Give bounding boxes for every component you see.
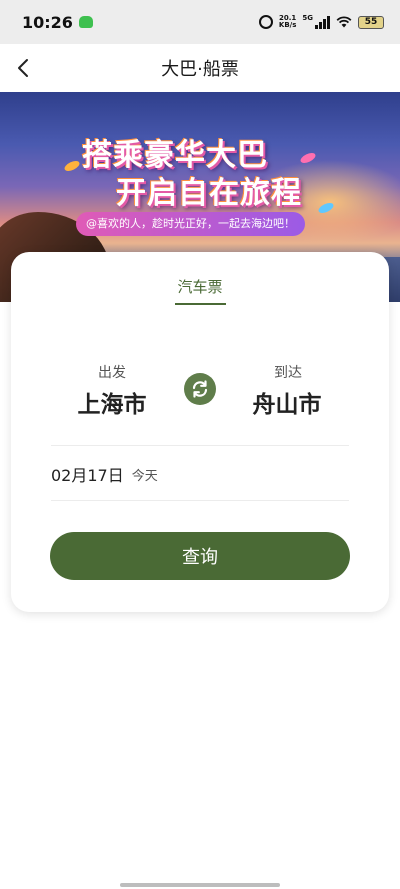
swap-cities-button[interactable] (184, 373, 216, 405)
title-bar: 大巴·船票 (0, 44, 400, 92)
sparkle-decoration (317, 200, 335, 216)
query-button[interactable]: 查询 (50, 532, 350, 580)
tab-bus-ticket[interactable]: 汽车票 (174, 276, 226, 297)
network-type: 5G (302, 14, 313, 22)
date-relative: 今天 (131, 468, 158, 484)
status-right: 20.1 KB/s 5G 55 (258, 14, 384, 29)
arrival-city[interactable]: 舟山市 (227, 385, 347, 419)
sparkle-decoration (63, 158, 81, 174)
page-title: 大巴·船票 (161, 59, 239, 80)
wifi-icon (336, 16, 352, 28)
divider (51, 500, 349, 501)
net-speed: 20.1 KB/s (279, 15, 296, 29)
date-value: 02月17日 (51, 466, 124, 485)
net-speed-unit: KB/s (278, 21, 297, 29)
home-indicator[interactable] (120, 883, 280, 887)
sparkle-decoration (299, 150, 317, 166)
status-bar: 10:26 20.1 KB/s 5G 55 (0, 0, 400, 44)
battery-indicator: 55 (358, 15, 384, 29)
status-time: 10:26 (22, 12, 73, 32)
booking-card: 汽车票 出发 上海市 到达 舟山市 02月17日 今天 查询 (11, 252, 389, 612)
banner-headline-2: 开启自在旅程 (116, 176, 302, 211)
alarm-icon (258, 15, 273, 29)
departure-city[interactable]: 上海市 (52, 385, 172, 419)
arrival-label: 到达 (274, 365, 302, 381)
tab-active-indicator (175, 303, 226, 305)
banner-slogan: @喜欢的人，趁时光正好，一起去海边吧！ (76, 212, 305, 236)
swap-icon (192, 380, 208, 398)
app-notification-icon (78, 16, 93, 28)
departure-label: 出发 (98, 365, 126, 381)
signal-icon (315, 15, 330, 29)
date-selector[interactable]: 02月17日 今天 (51, 446, 349, 502)
chevron-left-icon[interactable] (12, 56, 36, 80)
status-left: 10:26 (22, 13, 93, 32)
